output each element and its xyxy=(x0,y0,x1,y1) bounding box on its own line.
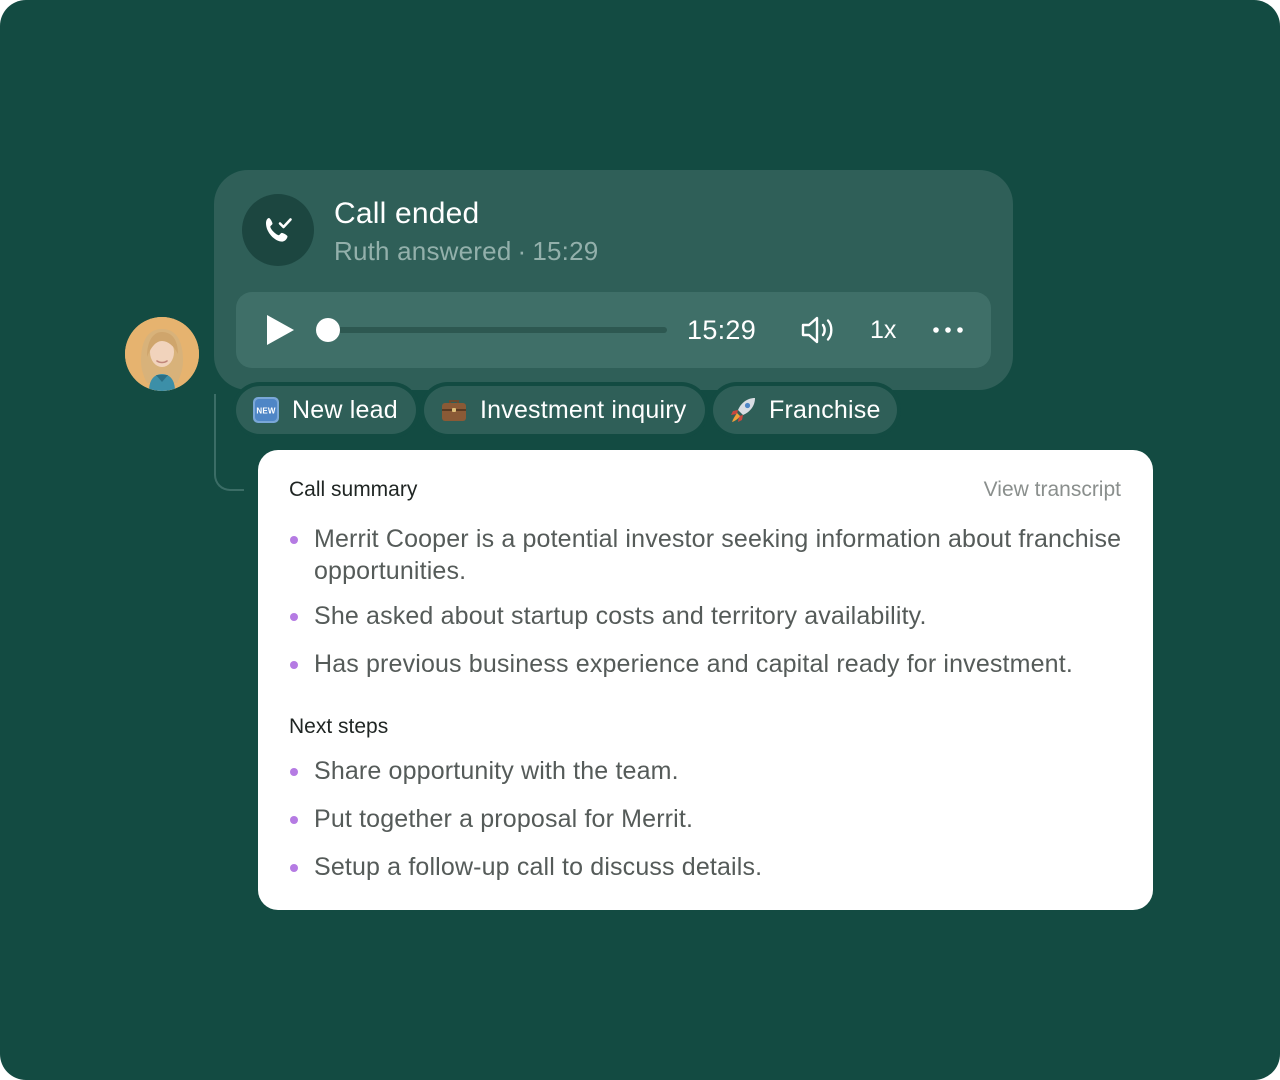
tag-label: Franchise xyxy=(769,395,881,424)
summary-point: She asked about startup costs and territ… xyxy=(289,600,1129,632)
next-steps-list: Share opportunity with the team. Put tog… xyxy=(289,755,1129,883)
summary-point: Merrit Cooper is a potential investor se… xyxy=(289,523,1129,587)
call-summary-card: Call summary View transcript Merrit Coop… xyxy=(258,450,1153,910)
summary-points: Merrit Cooper is a potential investor se… xyxy=(289,523,1129,680)
more-horizontal-icon xyxy=(933,327,963,333)
tag-franchise[interactable]: Franchise xyxy=(713,386,897,434)
new-badge-icon: NEW xyxy=(252,396,280,424)
summary-point: Has previous business experience and cap… xyxy=(289,648,1129,680)
call-status-title: Call ended xyxy=(334,197,480,230)
page-background: Call ended Ruth answered · 15:29 15:29 1x xyxy=(0,0,1280,1080)
call-summary-heading: Call summary xyxy=(289,478,418,501)
more-options-button[interactable] xyxy=(930,312,966,348)
tag-investment-inquiry[interactable]: Investment inquiry xyxy=(424,386,705,434)
avatar[interactable] xyxy=(125,317,199,391)
phone-check-icon xyxy=(242,194,314,266)
audio-player: 15:29 1x xyxy=(236,292,991,368)
volume-button[interactable] xyxy=(799,312,839,348)
next-steps-heading: Next steps xyxy=(289,715,389,738)
next-step-item: Setup a follow-up call to discuss detail… xyxy=(289,851,1129,883)
call-card: Call ended Ruth answered · 15:29 15:29 1x xyxy=(214,170,1013,390)
next-step-item: Put together a proposal for Merrit. xyxy=(289,803,1129,835)
subtitle-separator: · xyxy=(517,236,527,266)
progress-handle[interactable] xyxy=(316,318,340,342)
call-status-subtitle: Ruth answered · 15:29 xyxy=(334,234,598,268)
volume-icon xyxy=(801,316,833,344)
svg-text:NEW: NEW xyxy=(256,407,276,416)
tag-label: New lead xyxy=(292,395,398,424)
briefcase-icon xyxy=(440,396,468,424)
next-step-item: Share opportunity with the team. xyxy=(289,755,1129,787)
user-avatar-image xyxy=(125,317,199,391)
player-time: 15:29 xyxy=(687,315,757,345)
play-button[interactable] xyxy=(262,312,298,348)
rocket-icon xyxy=(729,396,757,424)
progress-track[interactable] xyxy=(326,327,667,333)
play-icon xyxy=(267,315,294,345)
view-transcript-link[interactable]: View transcript xyxy=(984,476,1121,504)
tag-label: Investment inquiry xyxy=(480,395,687,424)
answered-by: Ruth answered xyxy=(334,236,512,266)
playback-speed-button[interactable]: 1x xyxy=(870,312,896,348)
call-duration: 15:29 xyxy=(532,236,599,266)
tag-new-lead[interactable]: NEW New lead xyxy=(236,386,416,434)
